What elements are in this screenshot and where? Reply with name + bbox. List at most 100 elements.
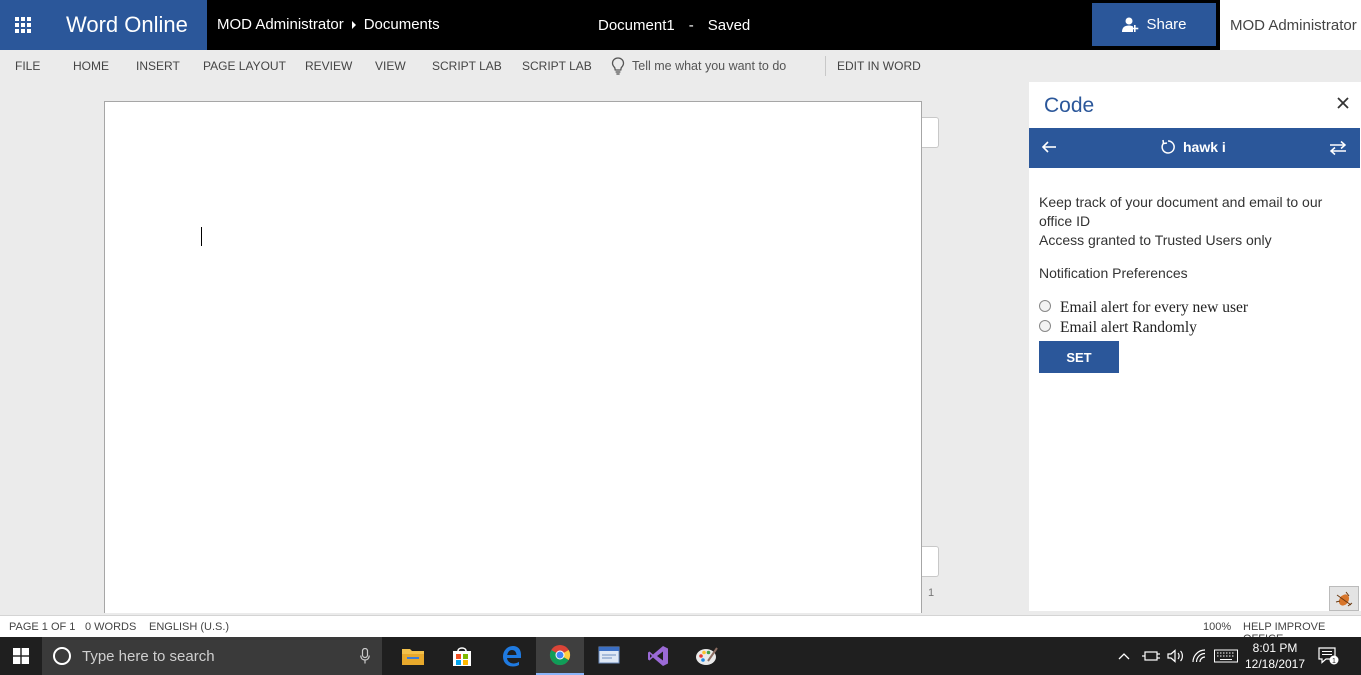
radio-every-new-user[interactable] xyxy=(1039,299,1051,312)
bug-icon xyxy=(1335,591,1353,606)
bug-report-button[interactable] xyxy=(1329,586,1359,611)
snippet-title[interactable]: hawk i xyxy=(1160,139,1226,155)
top-bar: Word Online MOD Administrator Documents … xyxy=(0,0,1361,50)
pane-title: Code xyxy=(1044,94,1095,117)
tab-review[interactable]: REVIEW xyxy=(305,59,352,73)
app-launcher-button[interactable] xyxy=(0,0,45,50)
tab-script-lab-2[interactable]: SCRIPT LAB xyxy=(522,59,592,73)
option-every-new-user[interactable]: Email alert for every new user xyxy=(1039,297,1351,317)
swap-arrows-icon xyxy=(1329,140,1347,156)
volume-tray[interactable] xyxy=(1167,637,1185,675)
share-label: Share xyxy=(1146,16,1187,33)
word-count: 0 WORDS xyxy=(85,621,137,633)
document-name[interactable]: Document1 xyxy=(598,17,675,34)
description-line-2: Access granted to Trusted Users only xyxy=(1039,232,1272,248)
chrome-icon xyxy=(549,645,571,666)
app-name[interactable]: Word Online xyxy=(45,0,207,50)
tab-page-layout[interactable]: PAGE LAYOUT xyxy=(203,59,286,73)
lightbulb-icon xyxy=(611,57,625,75)
tell-me-box[interactable]: Tell me what you want to do xyxy=(611,57,786,75)
tab-view[interactable]: VIEW xyxy=(375,59,406,73)
windows-logo-icon xyxy=(13,648,29,664)
clock-date: 12/18/2017 xyxy=(1244,657,1306,671)
file-explorer-icon xyxy=(402,649,424,665)
notification-count: 1 xyxy=(1332,658,1336,665)
snippet-bar: hawk i xyxy=(1029,128,1360,168)
status-bar: PAGE 1 OF 1 0 WORDS ENGLISH (U.S.) 100% … xyxy=(0,615,1361,645)
option-randomly[interactable]: Email alert Randomly xyxy=(1039,317,1351,337)
edit-in-word-button[interactable]: EDIT IN WORD xyxy=(837,59,921,73)
edge-icon xyxy=(503,646,521,667)
title-separator: - xyxy=(688,17,694,34)
ribbon: FILE HOME INSERT PAGE LAYOUT REVIEW VIEW… xyxy=(0,50,1361,82)
user-account[interactable]: MOD Administrator xyxy=(1220,0,1361,50)
network-tray[interactable] xyxy=(1192,637,1208,675)
visual-studio-icon xyxy=(648,646,668,666)
snippet-name: hawk i xyxy=(1183,139,1226,155)
cortana-icon xyxy=(53,647,71,665)
breadcrumb-folder[interactable]: Documents xyxy=(364,0,440,51)
power-plug-icon xyxy=(1142,651,1160,661)
notification-icon: 1 xyxy=(1318,647,1339,665)
tab-file[interactable]: FILE xyxy=(15,59,40,73)
share-button[interactable]: Share xyxy=(1092,3,1216,46)
paint-button[interactable] xyxy=(683,637,731,675)
zoom-level[interactable]: 100% xyxy=(1203,621,1231,633)
back-button[interactable] xyxy=(1041,139,1057,160)
option-label-every-new-user: Email alert for every new user xyxy=(1060,298,1249,316)
refresh-icon xyxy=(1161,139,1175,154)
file-explorer-button[interactable] xyxy=(389,637,437,675)
document-title: Document1- Saved xyxy=(598,0,750,50)
save-status: Saved xyxy=(707,17,751,34)
notification-options: Email alert for every new user Email ale… xyxy=(1039,297,1351,337)
edge-button[interactable] xyxy=(487,637,535,675)
close-icon xyxy=(1337,97,1349,109)
windows-taskbar: Type here to search 8:01 PM 12/18/2017 1 xyxy=(0,637,1361,675)
power-tray[interactable] xyxy=(1142,637,1160,675)
keyboard-tray[interactable] xyxy=(1214,637,1238,675)
app-button[interactable] xyxy=(585,637,633,675)
waffle-icon xyxy=(14,17,31,33)
page-number: 1 xyxy=(928,587,935,599)
option-label-randomly: Email alert Randomly xyxy=(1060,318,1197,336)
add-person-icon xyxy=(1122,17,1139,32)
chrome-button[interactable] xyxy=(536,637,584,675)
search-placeholder: Type here to search xyxy=(82,647,215,665)
keyboard-icon xyxy=(1214,649,1238,663)
page-marker-top xyxy=(922,117,939,148)
description-line-1: Keep track of your document and email to… xyxy=(1039,194,1323,229)
tab-insert[interactable]: INSERT xyxy=(136,59,180,73)
speaker-icon xyxy=(1167,649,1183,663)
wifi-icon xyxy=(1192,649,1206,663)
taskbar-clock[interactable]: 8:01 PM 12/18/2017 xyxy=(1240,640,1310,672)
page-count: PAGE 1 OF 1 xyxy=(9,621,76,633)
tab-script-lab[interactable]: SCRIPT LAB xyxy=(432,59,502,73)
switch-snippet-button[interactable] xyxy=(1329,140,1347,161)
text-cursor xyxy=(201,227,202,246)
visual-studio-button[interactable] xyxy=(634,637,682,675)
ribbon-divider xyxy=(825,56,826,76)
breadcrumb-owner[interactable]: MOD Administrator xyxy=(217,0,344,51)
app-icon xyxy=(598,646,620,664)
breadcrumb-arrow-icon xyxy=(351,21,356,29)
language-indicator[interactable]: ENGLISH (U.S.) xyxy=(149,621,229,633)
show-hidden-icons[interactable] xyxy=(1118,637,1130,675)
chevron-up-icon xyxy=(1118,653,1130,660)
page-marker-bottom xyxy=(922,546,939,577)
set-button[interactable]: SET xyxy=(1039,341,1119,373)
store-button[interactable] xyxy=(438,637,486,675)
tab-home[interactable]: HOME xyxy=(73,59,109,73)
code-pane: Code hawk i Keep track of your document … xyxy=(1029,82,1361,611)
pane-body: Keep track of your document and email to… xyxy=(1039,193,1351,373)
back-arrow-icon xyxy=(1041,141,1056,153)
clock-time: 8:01 PM xyxy=(1252,641,1298,655)
microphone-icon[interactable] xyxy=(360,648,370,664)
radio-randomly[interactable] xyxy=(1039,319,1051,332)
paint-icon xyxy=(696,647,718,665)
start-button[interactable] xyxy=(0,637,42,675)
close-pane-button[interactable] xyxy=(1337,93,1349,114)
store-icon xyxy=(453,647,471,666)
taskbar-search[interactable]: Type here to search xyxy=(42,637,382,675)
action-center-button[interactable]: 1 xyxy=(1318,637,1340,675)
document-page[interactable] xyxy=(104,101,922,613)
